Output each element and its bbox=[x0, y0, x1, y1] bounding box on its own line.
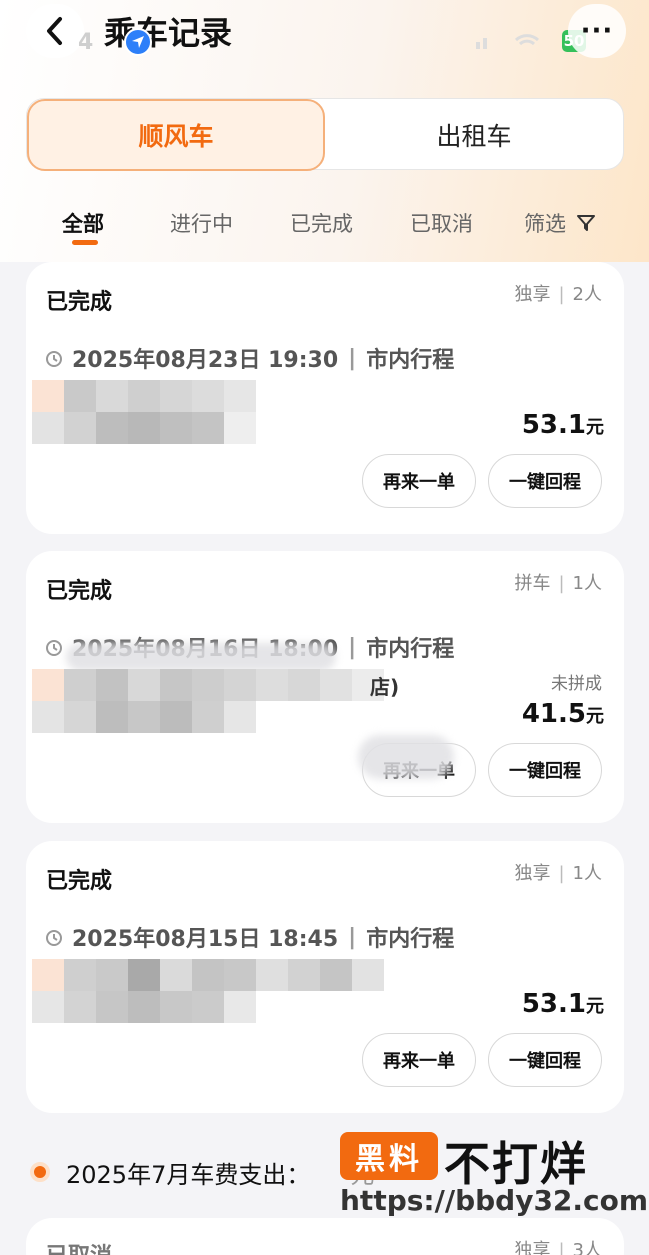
order-status: 已完成 bbox=[46, 290, 113, 315]
order-card[interactable]: 已完成 独享 | 1人 2025年08月15日 18:45 | 市内行程 53.1元… bbox=[26, 841, 624, 1113]
price-unit: 元 bbox=[586, 706, 604, 727]
signal-wifi-icon bbox=[476, 34, 540, 49]
filter-button[interactable]: 筛选 bbox=[524, 208, 596, 238]
monthly-expense-row[interactable]: 2025年7月车费支出： 元 bbox=[30, 1150, 374, 1194]
alarm-clock-icon bbox=[46, 930, 62, 946]
filter-tab-all[interactable]: 全部 bbox=[62, 208, 104, 238]
page-title: 乘车记录 bbox=[104, 14, 233, 52]
location-arrow-icon bbox=[124, 28, 152, 56]
order-price: 53.1元 bbox=[522, 989, 604, 1019]
order-status: 已取消 bbox=[46, 1238, 112, 1255]
trip-type: 市内行程 bbox=[366, 637, 455, 662]
order-tags: 独享 | 2人 bbox=[514, 284, 602, 305]
reorder-button[interactable]: 再来一单 bbox=[362, 1033, 476, 1087]
passenger-count: 1人 bbox=[572, 863, 602, 884]
order-status: 已完成 bbox=[46, 869, 113, 894]
passenger-count: 1人 bbox=[572, 573, 602, 594]
return-trip-button[interactable]: 一键回程 bbox=[488, 1033, 602, 1087]
price-unit: 元 bbox=[586, 417, 604, 438]
watermark-url: https://bbdy32.com bbox=[340, 1184, 649, 1217]
active-tab-indicator bbox=[72, 240, 98, 245]
carpool-note: 未拼成 bbox=[551, 674, 602, 694]
order-tags: 独享 | 3人 bbox=[514, 1236, 602, 1255]
monthly-expense-label: 2025年7月车费支出： bbox=[66, 1160, 311, 1189]
trip-type: 市内行程 bbox=[366, 927, 455, 952]
price-value: 53.1 bbox=[521, 410, 586, 440]
passenger-count: 2人 bbox=[572, 284, 602, 305]
price-unit: 元 bbox=[586, 996, 604, 1017]
filter-tab-cancelled[interactable]: 已取消 bbox=[410, 208, 473, 238]
mode-switch: 顺风车 出租车 bbox=[26, 98, 624, 171]
filter-tab-in-progress[interactable]: 进行中 bbox=[170, 208, 233, 238]
chevron-left-icon bbox=[47, 17, 62, 45]
order-time-row: 2025年08月23日 19:30 | 市内行程 bbox=[44, 342, 454, 374]
order-price: 41.5元 bbox=[522, 699, 604, 729]
reorder-button[interactable]: 再来一单 bbox=[362, 454, 476, 508]
order-tags: 拼车 | 1人 bbox=[514, 573, 602, 594]
alarm-clock-icon bbox=[46, 640, 62, 656]
redacted-address-mosaic bbox=[32, 380, 256, 444]
redaction-blur bbox=[358, 735, 454, 779]
more-dots-icon: ··· bbox=[580, 16, 614, 46]
filter-tabs: 全部 进行中 已完成 已取消 筛选 bbox=[0, 200, 649, 248]
ride-type: 拼车 bbox=[514, 573, 551, 594]
price-value: 53.1 bbox=[521, 989, 586, 1019]
filter-tab-completed[interactable]: 已完成 bbox=[290, 208, 353, 238]
alarm-clock-icon bbox=[46, 351, 62, 367]
back-button[interactable] bbox=[26, 4, 84, 58]
status-time-fragment: 4 bbox=[78, 30, 94, 55]
funnel-icon bbox=[577, 215, 595, 231]
order-time-row: 2025年08月15日 18:45 | 市内行程 bbox=[44, 921, 454, 953]
trip-type: 市内行程 bbox=[366, 348, 455, 373]
return-trip-button[interactable]: 一键回程 bbox=[488, 743, 602, 797]
filter-label: 筛选 bbox=[524, 212, 566, 236]
ride-type: 独享 bbox=[514, 284, 551, 305]
tab-taxi[interactable]: 出租车 bbox=[325, 99, 623, 171]
tab-hitch-ride[interactable]: 顺风车 bbox=[27, 99, 325, 171]
price-value: 41.5 bbox=[521, 699, 586, 729]
order-card[interactable]: 已完成 拼车|1人 2025年08月16日 18:00 | 市内行程 店) 未拼… bbox=[26, 551, 624, 823]
redacted-address-mosaic bbox=[32, 959, 384, 1023]
redacted-address-mosaic bbox=[32, 669, 384, 733]
bullet-dot-icon bbox=[30, 1162, 50, 1182]
address-fragment: 店) bbox=[370, 675, 400, 699]
ride-type: 独享 bbox=[514, 1240, 551, 1255]
order-card[interactable]: 已完成 独享 | 2人 2025年08月23日 19:30 | 市内行程 53.1元… bbox=[26, 262, 624, 534]
order-card[interactable]: 已取消 独享|3人 bbox=[26, 1218, 624, 1255]
order-price: 53.1元 bbox=[522, 410, 604, 440]
redaction-blur bbox=[66, 643, 336, 671]
watermark-logo: 黑料 bbox=[340, 1132, 438, 1180]
order-datetime: 2025年08月15日 18:45 bbox=[72, 927, 339, 952]
passenger-count: 3人 bbox=[572, 1240, 602, 1255]
order-tags: 独享 | 1人 bbox=[514, 863, 602, 884]
more-options-button[interactable]: ··· bbox=[568, 4, 626, 58]
order-status: 已完成 bbox=[46, 579, 113, 604]
order-datetime: 2025年08月23日 19:30 bbox=[72, 348, 339, 373]
ride-type: 独享 bbox=[514, 863, 551, 884]
return-trip-button[interactable]: 一键回程 bbox=[488, 454, 602, 508]
header: 4 乘车记录 50 ··· bbox=[0, 0, 649, 64]
